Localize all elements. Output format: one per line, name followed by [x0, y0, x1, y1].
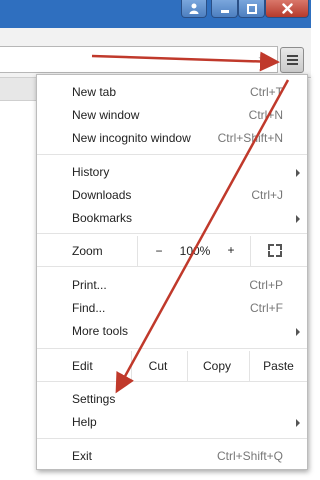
annotation-arrows [91, 51, 290, 394]
arrow-to-menu-button [91, 51, 280, 72]
arrow-to-settings [115, 79, 290, 394]
